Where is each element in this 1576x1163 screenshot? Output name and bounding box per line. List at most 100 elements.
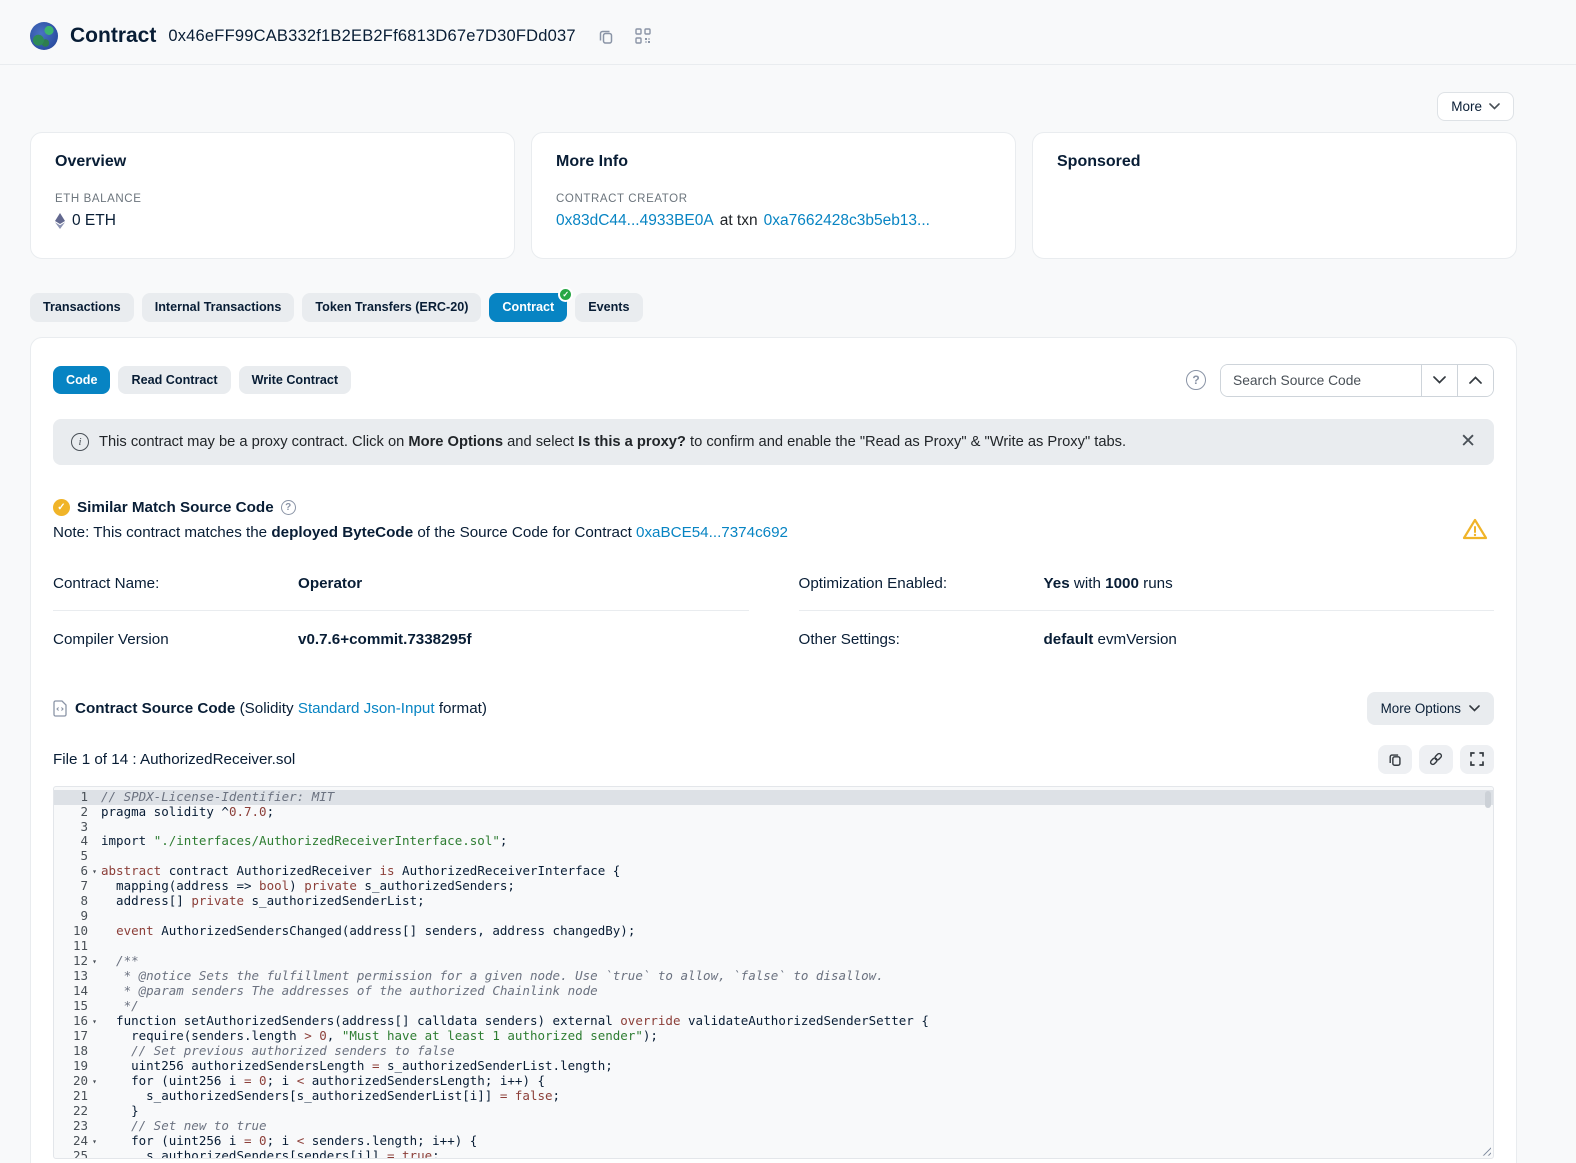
creator-address-link[interactable]: 0x83dC44...4933BE0A [556, 212, 714, 230]
search-source-input[interactable] [1221, 365, 1421, 396]
line-number: 12 [54, 954, 88, 969]
search-zone: ? [1186, 364, 1494, 397]
subtab-read-contract[interactable]: Read Contract [118, 366, 230, 395]
code-line: 3 [54, 820, 1493, 835]
line-number: 20 [54, 1074, 88, 1089]
fold-spacer [88, 984, 101, 999]
similar-match-section: ✓ Similar Match Source Code ? Note: This… [53, 499, 1494, 541]
text-segment: = true [387, 1148, 432, 1159]
code-text: event AuthorizedSendersChanged(address[]… [101, 924, 635, 939]
fold-arrow-icon[interactable]: ▾ [88, 1134, 101, 1149]
text-segment: This contract may be a proxy contract. C… [99, 434, 408, 450]
code-line: 4import "./interfaces/AuthorizedReceiver… [54, 834, 1493, 849]
copy-address-button[interactable] [594, 24, 619, 49]
subtab-code[interactable]: Code [53, 366, 110, 395]
tab-events[interactable]: Events [575, 293, 642, 322]
code-line: 25 s_authorizedSenders[senders[i]] = tru… [54, 1149, 1493, 1159]
more-options-button[interactable]: More Options [1367, 692, 1494, 725]
subtab-write-contract[interactable]: Write Contract [239, 366, 352, 395]
more-button[interactable]: More [1437, 92, 1514, 121]
text-segment [101, 923, 116, 938]
copy-icon [598, 28, 615, 45]
code-line: 10 event AuthorizedSendersChanged(addres… [54, 924, 1493, 939]
detail-value: default evmVersion [1044, 631, 1177, 648]
search-next-button[interactable] [1421, 365, 1457, 396]
file-actions [1378, 745, 1494, 774]
text-segment: for (uint256 i [101, 1073, 244, 1088]
search-group [1220, 364, 1494, 397]
source-code-editor[interactable]: 1// SPDX-License-Identifier: MIT2pragma … [53, 786, 1494, 1159]
tab-token-transfers-erc-20-[interactable]: Token Transfers (ERC-20) [302, 293, 481, 322]
fold-spacer [88, 1044, 101, 1059]
text-segment: s_authorizedSenderList; [244, 893, 425, 908]
tab-transactions[interactable]: Transactions [30, 293, 134, 322]
code-line: 13 * @notice Sets the fulfillment permis… [54, 969, 1493, 984]
text-segment: and select [503, 434, 578, 450]
code-line: 7 mapping(address => bool) private s_aut… [54, 879, 1493, 894]
code-text: */ [101, 999, 139, 1014]
copy-source-button[interactable] [1378, 745, 1412, 774]
detail-row: Optimization Enabled:Yes with 1000 runs [799, 555, 1495, 611]
help-icon[interactable]: ? [1186, 370, 1206, 390]
code-text: // Set new to true [101, 1119, 267, 1134]
inline-link[interactable]: Standard Json-Input [298, 700, 435, 717]
code-text: mapping(address => bool) private s_autho… [101, 879, 515, 894]
help-icon[interactable]: ? [281, 500, 296, 515]
text-segment: Is this a proxy? [578, 434, 686, 450]
text-segment: s_authorizedSenders[senders[i]] [101, 1148, 387, 1159]
text-segment: to confirm and enable the "Read as Proxy… [686, 434, 1126, 450]
expand-button[interactable] [1460, 745, 1494, 774]
contract-address: 0x46eFF99CAB332f1B2EB2Ff6813D67e7D30FDd0… [168, 27, 575, 46]
code-text: } [101, 1104, 139, 1119]
fold-arrow-icon[interactable]: ▾ [88, 1074, 101, 1089]
detail-label: Contract Name: [53, 575, 298, 592]
chevron-down-icon [1433, 376, 1446, 384]
panel-toolbar: Code Read Contract Write Contract ? [53, 364, 1494, 397]
code-text: * @param senders The addresses of the au… [101, 984, 598, 999]
source-code-header: Contract Source Code (Solidity Standard … [53, 692, 1494, 725]
fold-spacer [88, 834, 101, 849]
search-prev-button[interactable] [1457, 365, 1493, 396]
code-text: // Set previous authorized senders to fa… [101, 1044, 455, 1059]
text-segment: pragma solidity ^ [101, 804, 229, 819]
text-segment: abstract [101, 863, 161, 878]
line-number: 4 [54, 834, 88, 849]
file-icon [53, 700, 67, 717]
tab-contract[interactable]: Contract✓ [489, 293, 567, 322]
text-segment: runs [1139, 575, 1173, 592]
code-line: 17 require(senders.length > 0, "Must hav… [54, 1029, 1493, 1044]
tab-internal-transactions[interactable]: Internal Transactions [142, 293, 295, 322]
fold-spacer [88, 1149, 101, 1159]
text-segment: = 0 [244, 1073, 267, 1088]
source-code-title: Contract Source Code (Solidity Standard … [75, 700, 487, 717]
inline-link[interactable]: 0xaBCE54...7374c692 [636, 524, 788, 541]
code-line: 23 // Set new to true [54, 1119, 1493, 1134]
fold-arrow-icon[interactable]: ▾ [88, 864, 101, 879]
code-line: 24▾ for (uint256 i = 0; i < senders.leng… [54, 1134, 1493, 1149]
code-line: 6▾abstract contract AuthorizedReceiver i… [54, 864, 1493, 879]
qr-code-button[interactable] [631, 24, 655, 48]
close-notice-button[interactable]: ✕ [1460, 432, 1476, 451]
text-segment: , [327, 1028, 342, 1043]
chevron-down-icon [1469, 705, 1480, 712]
proxy-notice-banner: i This contract may be a proxy contract.… [53, 419, 1494, 465]
fold-arrow-icon[interactable]: ▾ [88, 1014, 101, 1029]
fold-spacer [88, 939, 101, 954]
fold-arrow-icon[interactable]: ▾ [88, 954, 101, 969]
line-number: 14 [54, 984, 88, 999]
editor-scrollbar[interactable] [1485, 791, 1491, 808]
text-segment: // Set previous authorized senders to fa… [101, 1043, 455, 1058]
creation-txn-link[interactable]: 0xa7662428c3b5eb13... [764, 212, 930, 230]
permalink-button[interactable] [1419, 745, 1453, 774]
text-segment: = 0 [244, 1133, 267, 1148]
text-segment: * @notice Sets the fulfillment permissio… [101, 968, 884, 983]
text-segment: Yes [1044, 575, 1070, 592]
text-segment: AuthorizedReceiverInterface { [395, 863, 621, 878]
text-segment: Contract Source Code [75, 700, 235, 717]
text-segment: = false [500, 1088, 553, 1103]
fold-spacer [88, 894, 101, 909]
warning-icon[interactable] [1462, 517, 1488, 541]
fold-spacer [88, 1029, 101, 1044]
text-segment: address[] [101, 893, 191, 908]
line-number: 13 [54, 969, 88, 984]
